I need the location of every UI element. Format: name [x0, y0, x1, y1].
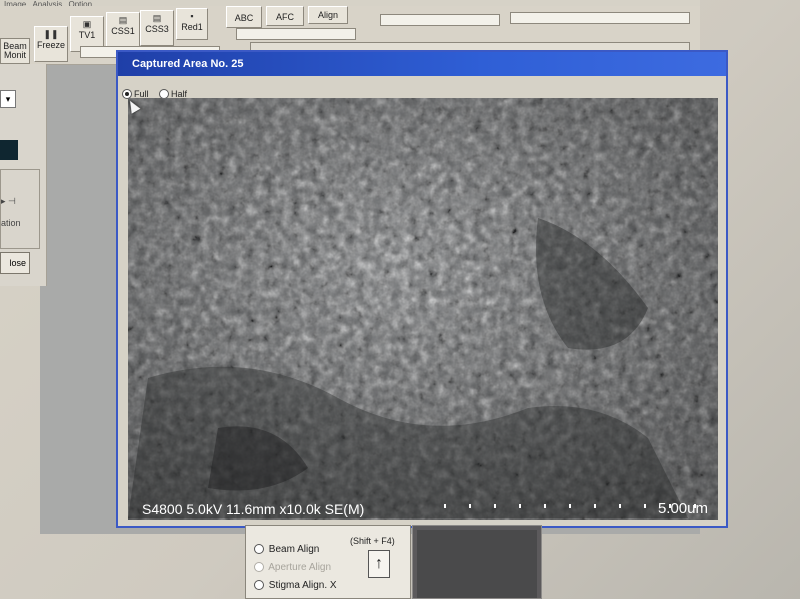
abc-button[interactable]: ABC — [226, 6, 262, 28]
red1-label: Red1 — [181, 22, 203, 32]
css1-button[interactable]: ▤ CSS1 — [106, 12, 140, 48]
aperture-align-option[interactable]: Aperture Align — [254, 562, 331, 573]
toolbar-field[interactable] — [236, 28, 356, 40]
value-display — [0, 140, 18, 160]
align-button[interactable]: Align — [308, 6, 348, 24]
radio-beam-align[interactable] — [254, 544, 264, 555]
shortcut-label: (Shift + F4) — [350, 536, 395, 546]
beam-align-label: Beam Align — [268, 544, 320, 555]
scale-label: 5.00um — [657, 500, 708, 517]
align-panel: (Shift + F4) Beam Align Aperture Align S… — [245, 525, 411, 599]
sem-texture — [128, 98, 718, 520]
aperture-align-label: Aperture Align — [268, 562, 332, 573]
css3-label: CSS3 — [145, 24, 169, 34]
beam-monitor-button[interactable]: Beam Monit — [0, 38, 30, 64]
close-button[interactable]: lose — [0, 252, 30, 274]
stigma-align-label: Stigma Align. X — [268, 580, 337, 591]
pause-icon: ❚❚ — [43, 29, 59, 39]
toolbar-field[interactable] — [510, 12, 690, 24]
up-arrow-button[interactable]: ↑ — [368, 550, 390, 578]
sem-parameters: S4800 5.0kV 11.6mm x10.0k SE(M) — [142, 501, 365, 517]
sem-info-bar: S4800 5.0kV 11.6mm x10.0k SE(M) 5.00um — [128, 498, 718, 520]
sem-micrograph: S4800 5.0kV 11.6mm x10.0k SE(M) 5.00um — [128, 98, 718, 520]
freeze-label: Freeze — [36, 40, 65, 50]
freeze-button[interactable]: ❚❚ Freeze — [34, 26, 68, 62]
red1-button[interactable]: ▪ Red1 — [176, 8, 208, 40]
css3-button[interactable]: ▤ CSS3 — [140, 10, 174, 46]
scan-icon: ▪ — [190, 11, 194, 21]
afc-button[interactable]: AFC — [266, 6, 304, 26]
toolbar-field[interactable] — [380, 14, 500, 26]
control-group: ▸ ⊣ ation — [0, 169, 40, 249]
group-arrow-icon[interactable]: ▸ ⊣ — [1, 196, 16, 207]
tv-icon: ▣ — [82, 19, 92, 29]
group-label: ation — [1, 218, 21, 228]
captured-area-window: Captured Area No. 25 Full Half S4800 5.0… — [116, 50, 728, 528]
css1-label: CSS1 — [111, 26, 135, 36]
left-panel: ▾ ▸ ⊣ ation lose — [0, 64, 47, 286]
scan-icon: ▤ — [118, 15, 128, 25]
scan-icon: ▤ — [152, 13, 162, 23]
window-title[interactable]: Captured Area No. 25 — [118, 52, 726, 76]
beam-align-option[interactable]: Beam Align — [254, 544, 319, 555]
stigma-align-option[interactable]: Stigma Align. X — [254, 580, 337, 591]
radio-aperture-align[interactable] — [254, 562, 264, 573]
tv1-label: TV1 — [78, 30, 96, 40]
preview-panel — [412, 525, 542, 599]
preview-area — [417, 530, 537, 598]
chevron-down-icon[interactable]: ▾ — [0, 90, 16, 108]
radio-stigma-align[interactable] — [254, 580, 264, 591]
